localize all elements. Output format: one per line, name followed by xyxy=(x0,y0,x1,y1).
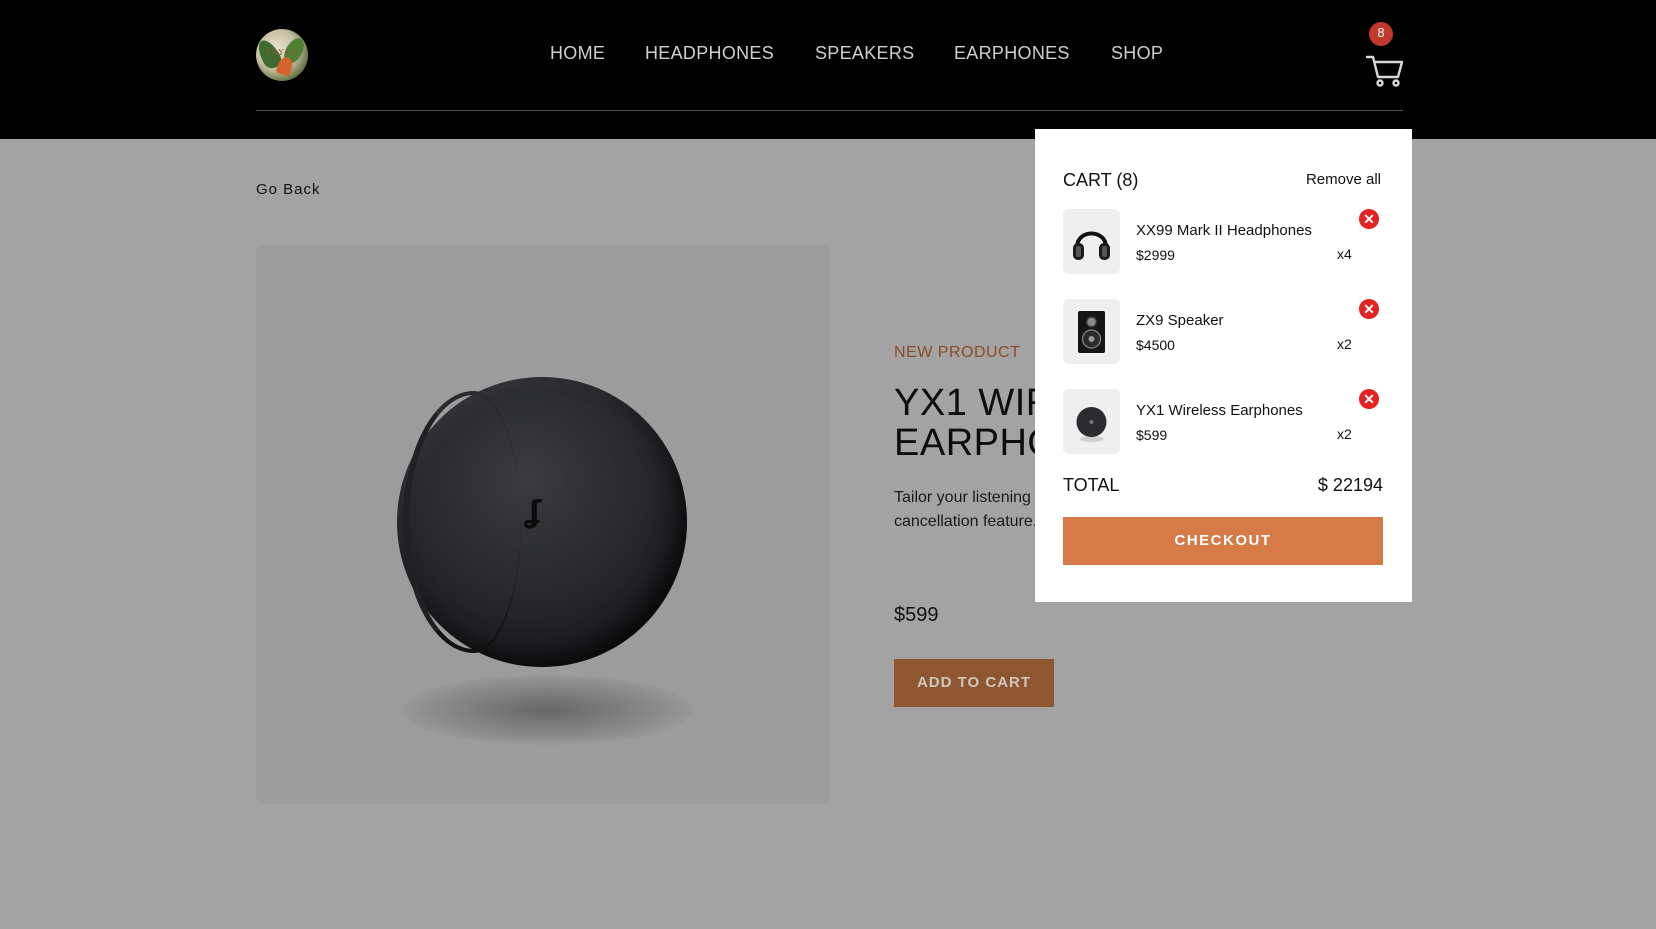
remove-item-icon[interactable]: ✕ xyxy=(1359,389,1379,409)
site-header: TAYAN HOME HEADPHONES SPEAKERS EARPHONES… xyxy=(0,0,1656,139)
cart-item-name: YX1 Wireless Earphones xyxy=(1136,402,1303,419)
go-back-link[interactable]: Go Back xyxy=(256,181,321,198)
cart-item-price: $2999 xyxy=(1136,247,1175,263)
new-product-badge: NEW PRODUCT xyxy=(894,344,1021,361)
case-lid xyxy=(403,391,521,653)
remove-item-icon[interactable]: ✕ xyxy=(1359,299,1379,319)
case-shadow xyxy=(402,675,692,745)
cart-button[interactable] xyxy=(1365,54,1404,88)
remove-all-button[interactable]: Remove all xyxy=(1306,171,1381,188)
remove-item-icon[interactable]: ✕ xyxy=(1359,209,1379,229)
cart-item-name: ZX9 Speaker xyxy=(1136,312,1224,329)
earphones-case-image: ʆ xyxy=(397,377,687,667)
cart-item: ZX9 Speaker $4500 x2 ✕ xyxy=(1063,299,1383,365)
checkout-button[interactable]: CHECKOUT xyxy=(1063,517,1383,565)
total-label: TOTAL xyxy=(1063,475,1120,495)
cart-icon xyxy=(1365,55,1404,87)
product-price: $599 xyxy=(894,604,939,626)
nav-shop[interactable]: SHOP xyxy=(1111,43,1163,64)
nav-speakers[interactable]: SPEAKERS xyxy=(815,43,914,64)
case-logo-mark: ʆ xyxy=(525,495,542,530)
cart-item-price: $599 xyxy=(1136,427,1168,443)
cart-item-qty: x2 xyxy=(1337,336,1352,352)
cart-popup: CART (8) Remove all XX99 Mark II Headpho… xyxy=(1035,129,1412,602)
cart-item: YX1 Wireless Earphones $599 x2 ✕ xyxy=(1063,389,1383,455)
speaker-icon xyxy=(1063,299,1120,364)
earphones-icon xyxy=(1063,389,1120,454)
nav-headphones[interactable]: HEADPHONES xyxy=(645,43,774,64)
main-nav: HOME HEADPHONES SPEAKERS EARPHONES SHOP xyxy=(0,43,1656,65)
cart-item-qty: x4 xyxy=(1337,246,1352,262)
total-value: $ 22194 xyxy=(1317,475,1383,495)
cart-item-name: XX99 Mark II Headphones xyxy=(1136,222,1312,239)
nav-home[interactable]: HOME xyxy=(550,43,605,64)
cart-item: XX99 Mark II Headphones $2999 x4 ✕ xyxy=(1063,209,1383,275)
cart-item-price: $4500 xyxy=(1136,337,1175,353)
cart-item-qty: x2 xyxy=(1337,426,1352,442)
headphones-icon xyxy=(1063,209,1120,274)
header-divider xyxy=(256,110,1403,111)
cart-title: CART (8) xyxy=(1063,170,1139,190)
cart-count-badge: 8 xyxy=(1369,22,1393,46)
add-to-cart-button[interactable]: ADD TO CART xyxy=(894,659,1054,707)
product-image: ʆ xyxy=(256,245,830,804)
nav-earphones[interactable]: EARPHONES xyxy=(954,43,1070,64)
